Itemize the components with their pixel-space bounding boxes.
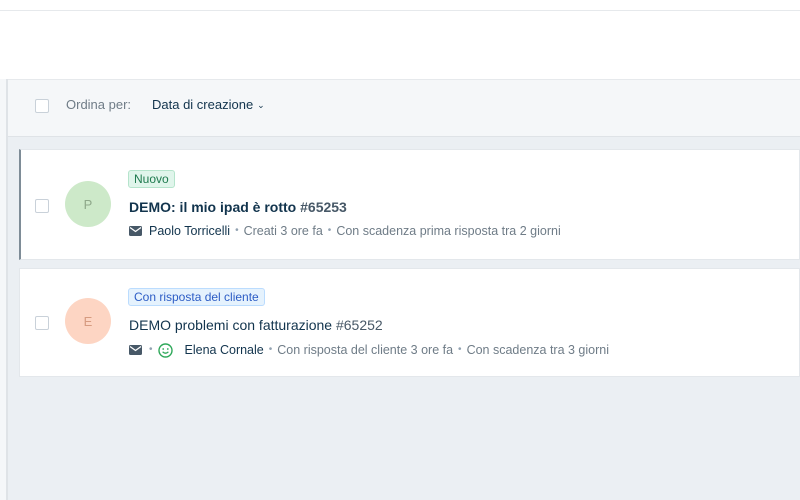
separator-dot: •	[268, 344, 273, 355]
status-badge: Con risposta del cliente	[128, 288, 265, 306]
separator-dot: •	[458, 344, 462, 355]
ticket-subject[interactable]: DEMO: il mio ipad è rotto #65253	[129, 198, 347, 216]
status-badge: Nuovo	[128, 170, 175, 188]
separator-dot: •	[235, 225, 239, 236]
separator-dot: •	[149, 344, 153, 355]
avatar-letter: P	[83, 196, 93, 212]
ticket-subject[interactable]: DEMO problemi con fatturazione #65252	[129, 316, 383, 334]
ticket-checkbox[interactable]	[35, 316, 49, 330]
select-all-checkbox[interactable]	[35, 99, 49, 113]
avatar: E	[65, 298, 111, 344]
separator-dot: •	[327, 225, 332, 236]
due-info: Con scadenza prima risposta tra 2 giorni	[336, 224, 561, 238]
left-rail	[0, 79, 8, 500]
header-area	[0, 11, 800, 79]
ticket-subject-text: DEMO: il mio ipad è rotto	[129, 199, 297, 215]
avatar: P	[65, 181, 111, 227]
email-icon	[129, 226, 142, 236]
ticket-subject-text: DEMO problemi con fatturazione	[129, 317, 333, 333]
sort-label: Ordina per:	[66, 97, 132, 112]
ticket-number: #65252	[335, 317, 383, 333]
email-icon	[129, 345, 142, 355]
created-time: Creati 3 ore fa	[243, 224, 323, 238]
requester-name[interactable]: Paolo Torricelli	[149, 223, 230, 239]
avatar-letter: E	[83, 313, 93, 329]
due-info: Con scadenza tra 3 giorni	[466, 343, 610, 357]
ticket-meta: • Elena Cornale • Con risposta del clien…	[129, 342, 609, 358]
ticket-number: #65253	[300, 199, 347, 215]
sort-dropdown[interactable]: Data di creazione ⌄	[152, 97, 265, 114]
smiley-icon	[157, 342, 173, 358]
ticket-checkbox[interactable]	[35, 199, 49, 213]
reply-time: Con risposta del cliente 3 ore fa	[277, 343, 454, 357]
ticket-meta: Paolo Torricelli • Creati 3 ore fa • Con…	[129, 223, 561, 239]
top-strip	[0, 0, 800, 11]
sort-value: Data di creazione	[152, 97, 254, 112]
chevron-down-icon: ⌄	[257, 100, 265, 110]
requester-name[interactable]: Elena Cornale	[185, 342, 264, 358]
